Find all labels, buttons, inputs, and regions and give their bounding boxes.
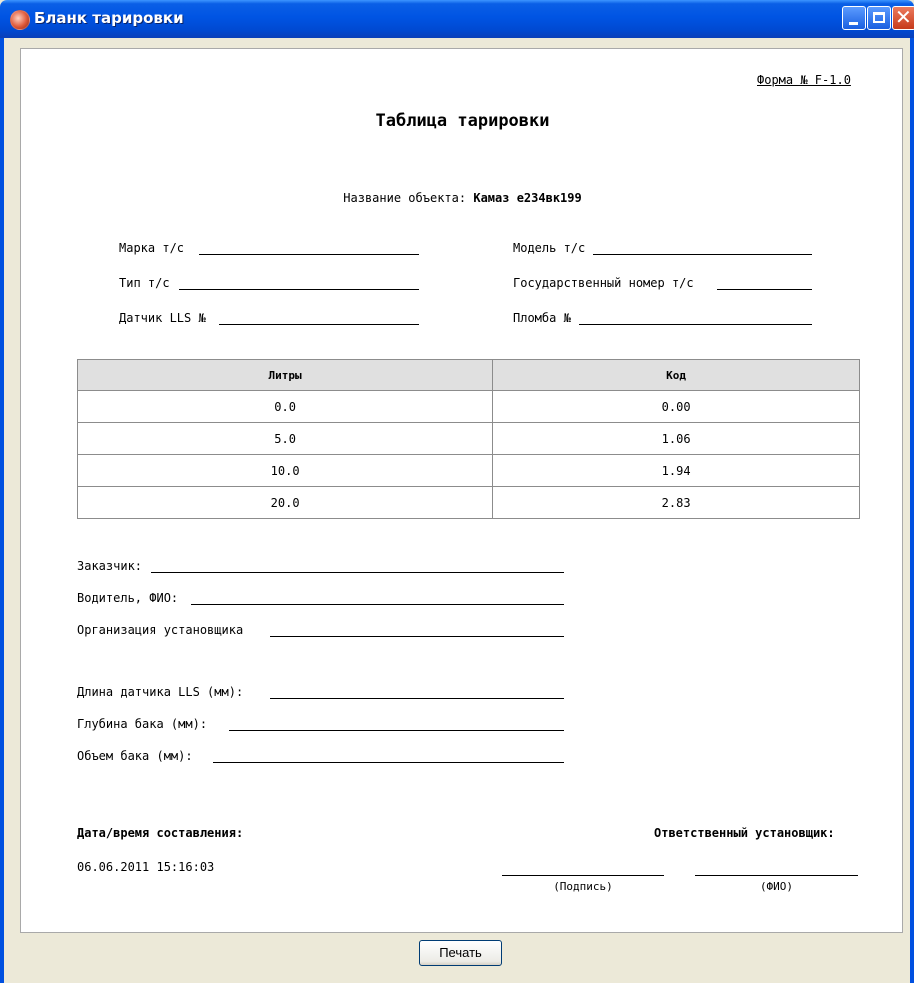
table-row: 10.0 1.94 — [76, 454, 860, 487]
field-label-seal: Пломба № — [513, 311, 571, 325]
signature-line — [502, 875, 664, 876]
cell-liters: 5.0 — [76, 422, 494, 455]
field-line-type — [179, 289, 419, 290]
field-line-brand — [199, 254, 419, 255]
window-border-left — [0, 38, 4, 983]
datetime-label: Дата/время составления: — [77, 826, 244, 840]
minimize-icon — [849, 22, 858, 25]
field-label-type: Тип т/с — [119, 276, 170, 290]
object-name-line: Название объекта: Камаз е234вк199 — [21, 191, 904, 205]
signature-caption: (Подпись) — [553, 880, 613, 893]
print-button[interactable]: Печать — [419, 940, 502, 966]
cell-code: 1.06 — [492, 422, 860, 455]
title-bar[interactable]: Бланк тарировки ✕ — [0, 0, 914, 38]
field-line-plate — [717, 289, 812, 290]
calibration-table: Литры Код 0.0 0.00 5.0 1.06 10.0 1.94 20… — [76, 359, 860, 519]
field-label-tank-volume: Объем бака (мм): — [77, 749, 193, 763]
field-label-tank-depth: Глубина бака (мм): — [77, 717, 208, 731]
field-label-customer: Заказчик: — [77, 559, 143, 573]
form-number: Форма № F-1.0 — [757, 73, 851, 87]
field-line-sensor-length — [270, 698, 564, 699]
full-name-caption: (ФИО) — [759, 880, 794, 893]
window-border-right — [910, 38, 914, 983]
table-row: 20.0 2.83 — [76, 486, 860, 519]
minimize-button[interactable] — [842, 6, 866, 30]
datetime-value: 06.06.2011 15:16:03 — [77, 860, 215, 874]
cell-code: 2.83 — [492, 486, 860, 519]
cell-code: 1.94 — [492, 454, 860, 487]
field-line-tank-depth — [229, 730, 564, 731]
cell-code: 0.00 — [492, 390, 860, 423]
cell-liters: 20.0 — [76, 486, 494, 519]
document-title: Таблица тарировки — [375, 111, 550, 131]
cell-liters: 0.0 — [76, 390, 494, 423]
field-line-sensor — [219, 324, 419, 325]
table-header-row: Литры Код — [76, 359, 860, 391]
field-label-driver: Водитель, ФИО: — [77, 591, 179, 605]
field-label-sensor-length: Длина датчика LLS (мм): — [77, 685, 244, 699]
document-page: Форма № F-1.0 Таблица тарировки Название… — [20, 48, 903, 933]
maximize-button[interactable] — [867, 6, 891, 30]
field-line-driver — [191, 604, 564, 605]
field-label-installer-org: Организация установщика — [77, 623, 244, 637]
field-label-brand: Марка т/с — [119, 241, 185, 255]
full-name-line — [695, 875, 858, 876]
table-row: 0.0 0.00 — [76, 390, 860, 423]
field-label-sensor: Датчик LLS № — [119, 311, 206, 325]
close-icon: ✕ — [895, 5, 912, 29]
field-line-model — [593, 254, 812, 255]
column-header-liters: Литры — [76, 359, 494, 391]
field-line-installer-org — [270, 636, 564, 637]
table-row: 5.0 1.06 — [76, 422, 860, 455]
field-label-model: Модель т/с — [513, 241, 586, 255]
app-icon — [10, 10, 30, 30]
field-line-seal — [579, 324, 812, 325]
object-name-value: Камаз е234вк199 — [473, 191, 582, 205]
column-header-code: Код — [492, 359, 860, 391]
cell-liters: 10.0 — [76, 454, 494, 487]
close-button[interactable]: ✕ — [892, 5, 914, 30]
object-name-label: Название объекта: — [343, 191, 467, 205]
window-title: Бланк тарировки — [34, 9, 184, 27]
maximize-icon — [873, 12, 885, 23]
field-label-plate: Государственный номер т/с — [513, 276, 694, 290]
field-line-customer — [151, 572, 564, 573]
tare-form-window: Бланк тарировки ✕ Форма № F-1.0 Таблица … — [0, 0, 914, 983]
responsible-installer-label: Ответственный установщик: — [654, 826, 835, 840]
field-line-tank-volume — [213, 762, 564, 763]
